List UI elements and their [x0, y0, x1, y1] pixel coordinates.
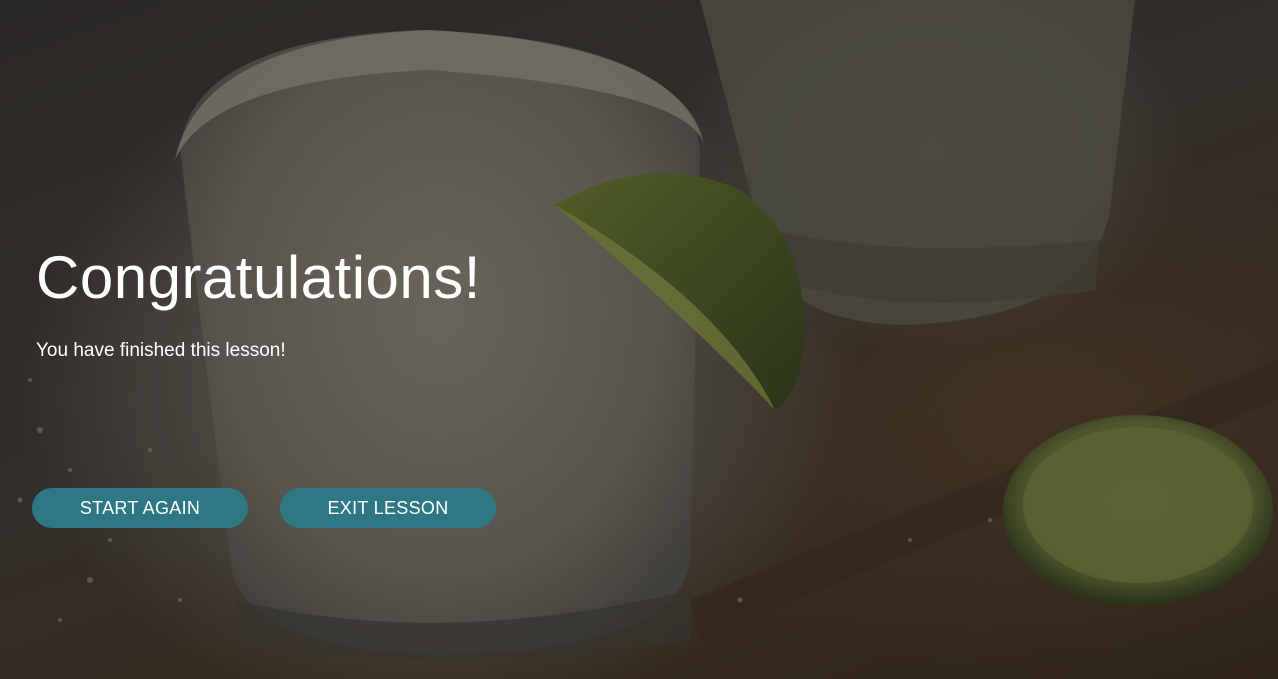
start-again-button[interactable]: START AGAIN — [32, 488, 248, 528]
completion-message: You have finished this lesson! — [36, 340, 286, 361]
exit-lesson-button[interactable]: EXIT LESSON — [280, 488, 496, 528]
lesson-complete-screen: Congratulations! You have finished this … — [0, 0, 1278, 679]
completion-title: Congratulations! — [36, 244, 481, 311]
